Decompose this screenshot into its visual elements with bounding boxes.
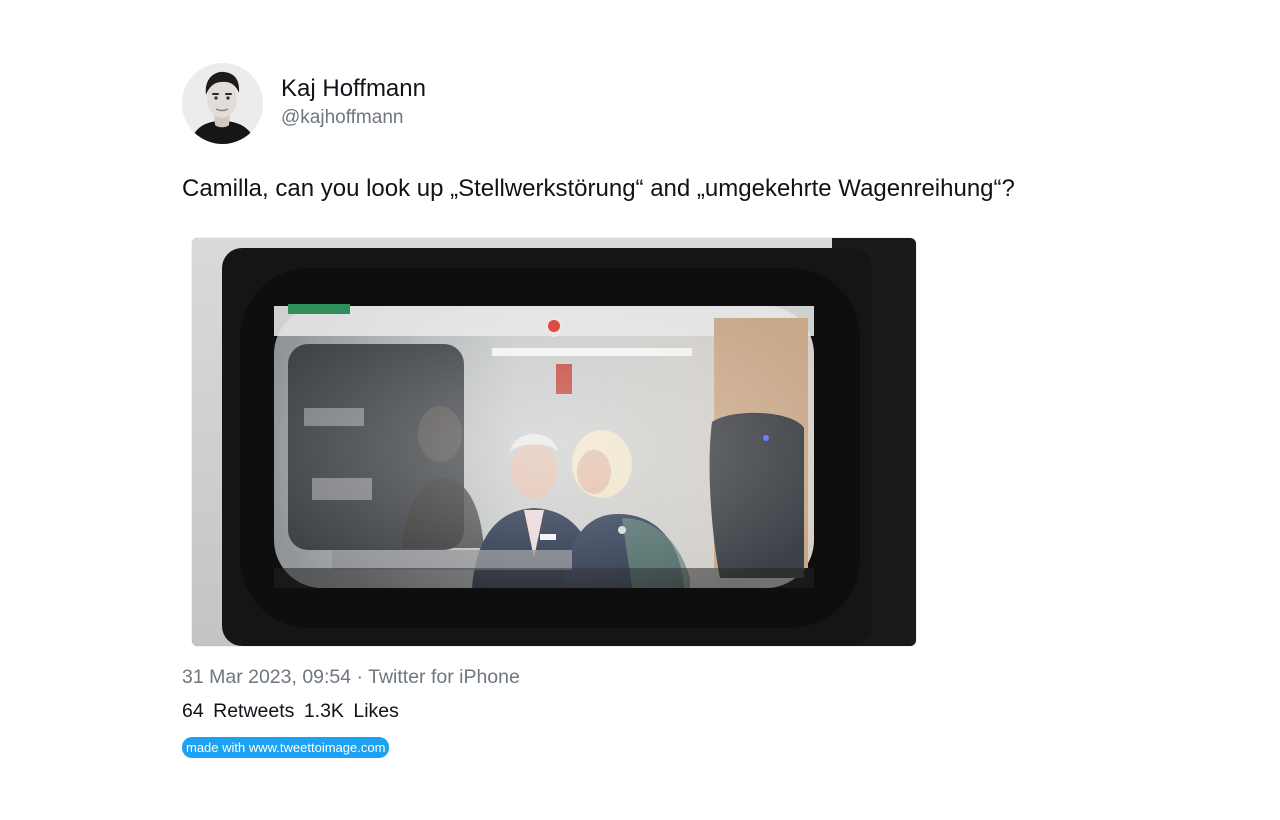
author-handle[interactable]: @kajhoffmann <box>281 105 426 131</box>
likes-count[interactable]: 1.3K <box>304 700 350 722</box>
retweets-count[interactable]: 64 <box>182 700 209 722</box>
avatar[interactable] <box>182 62 263 144</box>
profile-photo-icon <box>182 62 263 144</box>
tweet-card: Kaj Hoffmann @kajhoffmann Camilla, can y… <box>182 62 1102 758</box>
meta-separator: · <box>356 666 369 688</box>
tweet-stats: 64 Retweets 1.3K Likes <box>182 699 403 723</box>
likes-label[interactable]: Likes <box>353 700 399 722</box>
tweet-text: Camilla, can you look up „Stellwerkstöru… <box>182 175 1015 202</box>
train-window-photo-icon <box>192 238 916 646</box>
author-names: Kaj Hoffmann @kajhoffmann <box>281 75 426 131</box>
tweet-media[interactable] <box>192 238 916 646</box>
watermark-badge[interactable]: made with www.tweettoimage.com <box>182 737 390 758</box>
tweet-header: Kaj Hoffmann @kajhoffmann <box>182 62 1102 144</box>
tweet-meta: 31 Mar 2023, 09:54 · Twitter for iPhone <box>182 665 520 689</box>
tweet-timestamp[interactable]: 31 Mar 2023, 09:54 <box>182 666 351 688</box>
retweets-label[interactable]: Retweets <box>213 700 294 722</box>
tweet-source[interactable]: Twitter for iPhone <box>368 666 520 688</box>
author-display-name[interactable]: Kaj Hoffmann <box>281 75 426 103</box>
